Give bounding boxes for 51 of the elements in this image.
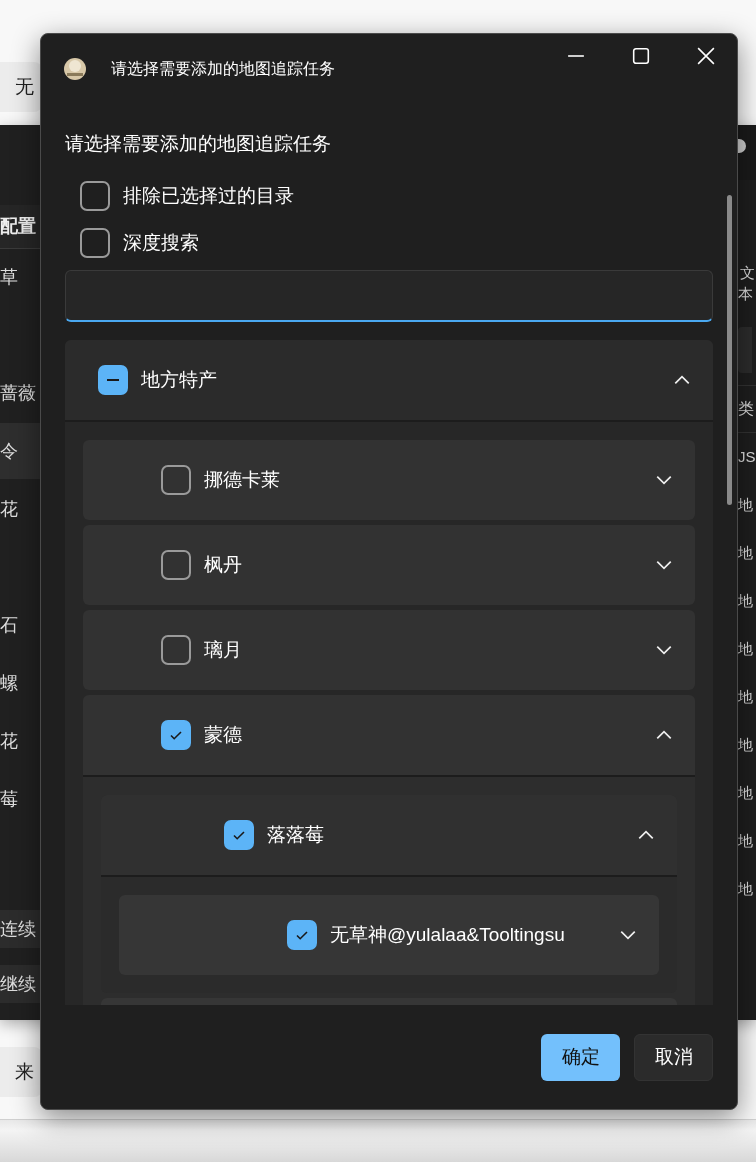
sidebar-button[interactable]: 继续 xyxy=(0,965,40,1003)
close-icon[interactable] xyxy=(697,47,715,65)
dialog-heading: 请选择需要添加的地图追踪任务 xyxy=(64,132,332,156)
tree-item-label[interactable]: 落落莓 xyxy=(267,822,624,848)
checkbox[interactable] xyxy=(161,550,191,580)
checkbox[interactable] xyxy=(161,465,191,495)
table-cell-text: 地 xyxy=(738,543,754,563)
text-field[interactable]: 来 xyxy=(0,1047,42,1097)
sidebar-item[interactable]: 花 xyxy=(0,481,40,537)
sidebar-item[interactable]: 蔷薇 xyxy=(0,365,40,421)
sidebar-item[interactable]: 花 xyxy=(0,713,40,769)
cancel-button[interactable]: 取消 xyxy=(634,1033,713,1081)
sidebar-item[interactable]: 令 xyxy=(0,423,40,479)
table-cell-text: 地 xyxy=(738,495,754,515)
panel-subtitle: 本 xyxy=(738,284,754,304)
table-cell-text: 地 xyxy=(738,591,754,611)
checkbox[interactable] xyxy=(224,820,254,850)
table-cell-text: 地 xyxy=(738,879,754,899)
window-title: 请选择需要添加的地图追踪任务 xyxy=(111,58,336,79)
sidebar-item[interactable]: 莓 xyxy=(0,771,40,827)
field-value: 无 xyxy=(15,75,34,99)
sidebar-header: 配置 xyxy=(0,205,40,249)
checkbox[interactable] xyxy=(287,920,317,950)
field-value: 来 xyxy=(15,1060,34,1084)
table-cell-text: 地 xyxy=(738,831,754,851)
panel-title: 文 xyxy=(739,263,756,283)
confirm-button[interactable]: 确定 xyxy=(541,1033,620,1081)
tree-item-label[interactable]: 无草神@yulalaa&Tooltingsu xyxy=(330,922,606,948)
checkbox[interactable] xyxy=(98,365,128,395)
checkbox-label: 深度搜索 xyxy=(123,231,199,255)
checkbox-label: 排除已选择过的目录 xyxy=(123,184,294,208)
table-cell-text: JS xyxy=(738,447,756,467)
sidebar-button[interactable]: 连续 xyxy=(0,910,40,948)
sidebar-item[interactable]: 螺 xyxy=(0,655,40,711)
checkbox[interactable] xyxy=(80,228,110,258)
scrollbar[interactable] xyxy=(727,195,732,505)
sidebar-item[interactable]: 草 xyxy=(0,249,40,305)
table-cell-text: 地 xyxy=(738,735,754,755)
round-icon[interactable] xyxy=(738,139,746,153)
checkbox[interactable] xyxy=(161,635,191,665)
input-field[interactable] xyxy=(738,327,752,373)
sidebar-item[interactable]: 石 xyxy=(0,597,40,653)
table-cell-text: 地 xyxy=(738,687,754,707)
table-cell-text: 地 xyxy=(738,639,754,659)
text-field[interactable]: 无 xyxy=(0,62,42,112)
checkbox[interactable] xyxy=(80,181,110,211)
checkbox[interactable] xyxy=(161,720,191,750)
search-field[interactable] xyxy=(65,270,713,322)
maximize-icon[interactable] xyxy=(632,47,650,65)
table-cell-text: 地 xyxy=(738,783,754,803)
app-icon xyxy=(63,57,87,81)
